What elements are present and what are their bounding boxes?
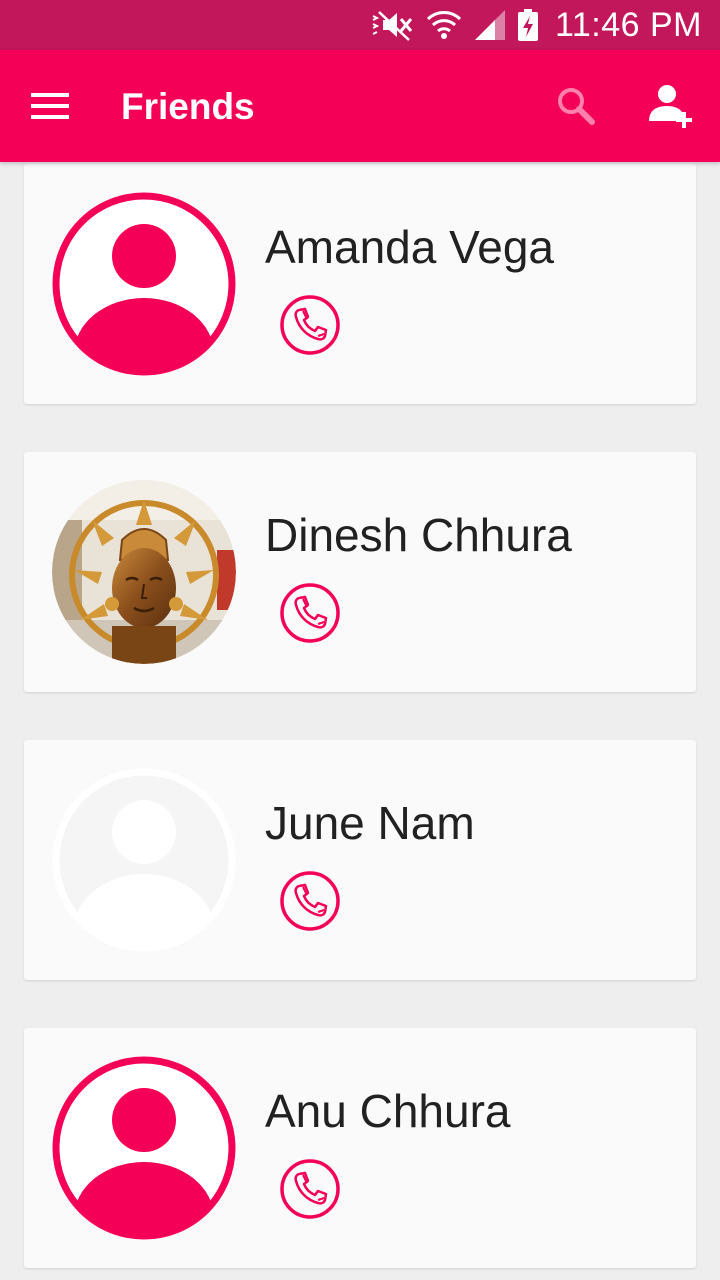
add-friend-button[interactable] xyxy=(642,76,702,136)
search-icon xyxy=(558,88,595,125)
menu-button[interactable] xyxy=(22,78,78,134)
friend-card[interactable]: Anu Chhura xyxy=(24,1028,696,1268)
avatar-photo xyxy=(52,480,236,664)
call-button[interactable] xyxy=(279,870,341,932)
avatar xyxy=(52,192,236,376)
menu-icon xyxy=(31,93,69,119)
default-avatar-icon xyxy=(52,1056,236,1240)
avatar xyxy=(52,1056,236,1240)
phone-icon xyxy=(280,1159,340,1219)
add-person-icon xyxy=(649,85,692,128)
app-bar: Friends xyxy=(0,50,720,162)
call-button[interactable] xyxy=(279,582,341,644)
call-button[interactable] xyxy=(279,294,341,356)
phone-icon xyxy=(280,871,340,931)
friend-name: Dinesh Chhura xyxy=(265,509,572,561)
status-bar: 11:46 PM xyxy=(0,0,720,50)
avatar xyxy=(52,768,236,952)
friend-card[interactable]: Dinesh Chhura xyxy=(24,452,696,692)
battery-charging-icon xyxy=(517,9,538,41)
friend-card[interactable]: Amanda Vega xyxy=(24,164,696,404)
friend-card[interactable]: June Nam xyxy=(24,740,696,980)
friend-name: Amanda Vega xyxy=(265,221,555,273)
mute-icon xyxy=(372,11,413,41)
friend-name: Anu Chhura xyxy=(265,1085,511,1137)
default-avatar-icon xyxy=(52,768,236,952)
phone-icon xyxy=(280,583,340,643)
call-button[interactable] xyxy=(279,1158,341,1220)
signal-icon xyxy=(474,10,505,40)
wifi-icon xyxy=(426,11,462,39)
phone-icon xyxy=(280,295,340,355)
friend-name: June Nam xyxy=(265,797,475,849)
page-title: Friends xyxy=(121,86,255,127)
status-time: 11:46 PM xyxy=(554,5,702,44)
search-button[interactable] xyxy=(548,78,604,134)
deity-bust-image xyxy=(52,480,236,664)
friends-list[interactable]: Amanda Vega Dinesh Chhura June Nam Anu C… xyxy=(0,162,720,1280)
default-avatar-icon xyxy=(52,192,236,376)
status-icons: 11:46 PM xyxy=(369,0,702,50)
